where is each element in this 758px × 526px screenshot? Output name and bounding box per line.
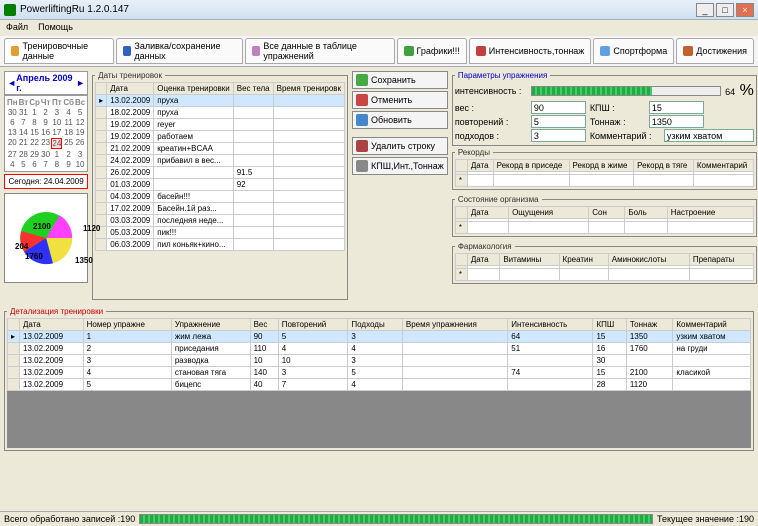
calendar-today[interactable]: Сегодня: 24.04.2009 (4, 174, 88, 189)
close-button[interactable]: × (736, 3, 754, 17)
pharma-table[interactable]: ДатаВитаминыКреатинАминокислотыПрепараты… (455, 253, 754, 281)
table-row[interactable]: 04.03.2009басейн!!! (96, 191, 345, 203)
tab-0[interactable]: Тренировочные данные (4, 38, 114, 64)
menu-bar: Файл Помощь (0, 20, 758, 36)
tab-icon (123, 46, 131, 56)
tonnage-input[interactable] (649, 115, 704, 128)
table-row[interactable]: 13.02.20095бицепс4074281120 (8, 379, 751, 391)
training-dates-table[interactable]: ДатаОценка тренировкиВес телаВремя трени… (95, 82, 345, 251)
detail-table[interactable]: ДатаНомер упражнеУпражнениеВесПовторений… (7, 318, 751, 391)
cal-prev-icon[interactable]: ◄ (7, 78, 16, 88)
pharma-panel: Фармакология ДатаВитаминыКреатинАминокис… (452, 242, 757, 284)
tab-1[interactable]: Заливка/сохранение данных (116, 38, 243, 64)
tab-icon (252, 46, 260, 56)
table-row[interactable]: ▸13.02.2009пруха (96, 95, 345, 107)
training-dates-legend: Даты тренировок (95, 71, 165, 80)
sets-input[interactable] (531, 129, 586, 142)
table-row[interactable]: 06.03.2009пил коньяк+кино... (96, 239, 345, 251)
intensity-bar (531, 86, 721, 96)
refresh-icon (356, 114, 368, 126)
calendar-grid[interactable]: ПнВтСрЧтПтСбВс30311234567891011121314151… (4, 95, 88, 172)
tab-4[interactable]: Интенсивность,тоннаж (469, 38, 592, 64)
tab-icon (404, 46, 414, 56)
cancel-icon (356, 94, 368, 106)
window-title: PowerliftingRu 1.2.0.147 (20, 4, 696, 15)
tab-3[interactable]: Графики!!! (397, 38, 467, 64)
table-row[interactable]: 21.02.2009креатин+BCAA (96, 143, 345, 155)
save-button[interactable]: Сохранить (352, 71, 448, 89)
tab-5[interactable]: Спортформа (593, 38, 674, 64)
calendar-header: ◄ Апрель 2009 г. ► (4, 71, 88, 95)
delete-row-button[interactable]: Удалить строку (352, 137, 448, 155)
kpsh-button[interactable]: КПШ,Инт.,Тоннаж (352, 157, 448, 175)
kpsh-input[interactable] (649, 101, 704, 114)
table-row[interactable]: * (455, 222, 753, 234)
records-table[interactable]: ДатаРекорд в приседеРекорд в жимеРекорд … (455, 159, 754, 187)
weight-input[interactable] (531, 101, 586, 114)
cal-next-icon[interactable]: ► (76, 78, 85, 88)
training-dates-panel: Даты тренировок ДатаОценка тренировкиВес… (92, 71, 348, 300)
tab-icon (476, 46, 486, 56)
status-bar: Всего обработано записей :190 Текущее зн… (0, 511, 758, 526)
table-row[interactable]: 03.03.2009последняя неде... (96, 215, 345, 227)
table-row[interactable]: 01.03.200992 (96, 179, 345, 191)
table-row[interactable]: 18.02.2009пруха (96, 107, 345, 119)
table-row[interactable]: 17.02.2009Басейн.1й раз... (96, 203, 345, 215)
tab-2[interactable]: Все данные в таблице упражнений (245, 38, 395, 64)
tab-icon (683, 46, 693, 56)
title-bar: PowerliftingRu 1.2.0.147 _ □ × (0, 0, 758, 20)
status-left: Всего обработано записей :190 (4, 514, 135, 524)
table-row[interactable]: 13.02.20094становая тяга1403574152100кла… (8, 367, 751, 379)
calendar-title: Апрель 2009 г. (16, 73, 76, 93)
status-right: Текущее значение :190 (657, 514, 754, 524)
tab-icon (600, 46, 610, 56)
table-row[interactable]: 24.02.2009прибавил в вес... (96, 155, 345, 167)
tab-6[interactable]: Достижения (676, 38, 754, 64)
table-row[interactable]: * (455, 175, 753, 187)
organism-panel: Состояние организма ДатаОщущенияСонБольН… (452, 195, 757, 237)
save-icon (356, 74, 368, 86)
minimize-button[interactable]: _ (696, 3, 714, 17)
organism-table[interactable]: ДатаОщущенияСонБольНастроение* (455, 206, 754, 234)
reps-input[interactable] (531, 115, 586, 128)
detail-panel: Детализация тренировки ДатаНомер упражне… (4, 307, 754, 451)
table-row[interactable]: 05.03.2009пик!!! (96, 227, 345, 239)
status-progress (139, 514, 653, 524)
comment-input[interactable] (664, 129, 754, 142)
table-row[interactable]: ▸13.02.20091жим лежа905364151350узким хв… (8, 331, 751, 343)
calc-icon (356, 160, 368, 172)
table-row[interactable]: 19.02.2009работаем (96, 131, 345, 143)
tab-bar: Тренировочные данныеЗаливка/сохранение д… (0, 36, 758, 67)
records-panel: Рекорды ДатаРекорд в приседеРекорд в жим… (452, 148, 757, 190)
refresh-button[interactable]: Обновить (352, 111, 448, 129)
pie-chart: 2100112013501760204 (4, 193, 88, 283)
cancel-button[interactable]: Отменить (352, 91, 448, 109)
table-row[interactable]: * (455, 269, 753, 281)
maximize-button[interactable]: □ (716, 3, 734, 17)
action-buttons: Сохранить Отменить Обновить Удалить стро… (352, 71, 448, 303)
params-panel: Параметры упражнения интенсивность : 64 … (452, 71, 757, 146)
table-row[interactable]: 26.02.200991.5 (96, 167, 345, 179)
delete-icon (356, 140, 368, 152)
table-row[interactable]: 13.02.20092приседания1104451161760на гру… (8, 343, 751, 355)
app-icon (4, 4, 16, 16)
menu-help[interactable]: Помощь (38, 22, 73, 34)
table-row[interactable]: 19.02.2009reyer (96, 119, 345, 131)
table-row[interactable]: 13.02.20093разводка1010330 (8, 355, 751, 367)
tab-icon (11, 46, 19, 56)
menu-file[interactable]: Файл (6, 22, 28, 34)
